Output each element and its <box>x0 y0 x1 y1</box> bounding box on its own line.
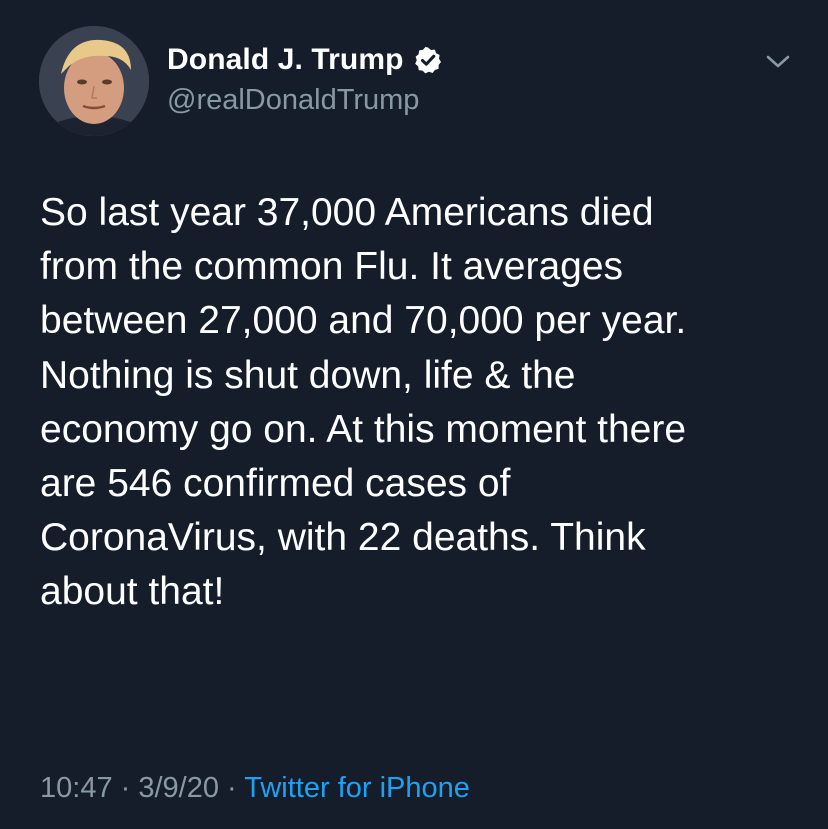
tweet-card: Donald J. Trump @realDonaldTrump So last… <box>0 0 828 829</box>
meta-separator: · <box>219 772 245 804</box>
tweet-time[interactable]: 10:47 <box>40 772 113 804</box>
avatar[interactable] <box>39 26 149 136</box>
chevron-down-icon[interactable] <box>764 52 792 72</box>
display-name[interactable]: Donald J. Trump <box>167 43 404 77</box>
tweet-date[interactable]: 3/9/20 <box>138 772 219 804</box>
profile-photo-icon <box>39 26 149 136</box>
tweet-meta: 10:47 · 3/9/20 · Twitter for iPhone <box>40 772 470 805</box>
tweet-text: So last year 37,000 Americans died from … <box>40 191 687 614</box>
name-row: Donald J. Trump <box>167 40 442 80</box>
meta-separator: · <box>112 772 139 804</box>
verified-badge-icon <box>414 47 441 74</box>
tweet-source-link[interactable]: Twitter for iPhone <box>244 772 470 804</box>
user-handle[interactable]: @realDonaldTrump <box>167 84 442 117</box>
author-block[interactable]: Donald J. Trump @realDonaldTrump <box>167 40 442 117</box>
